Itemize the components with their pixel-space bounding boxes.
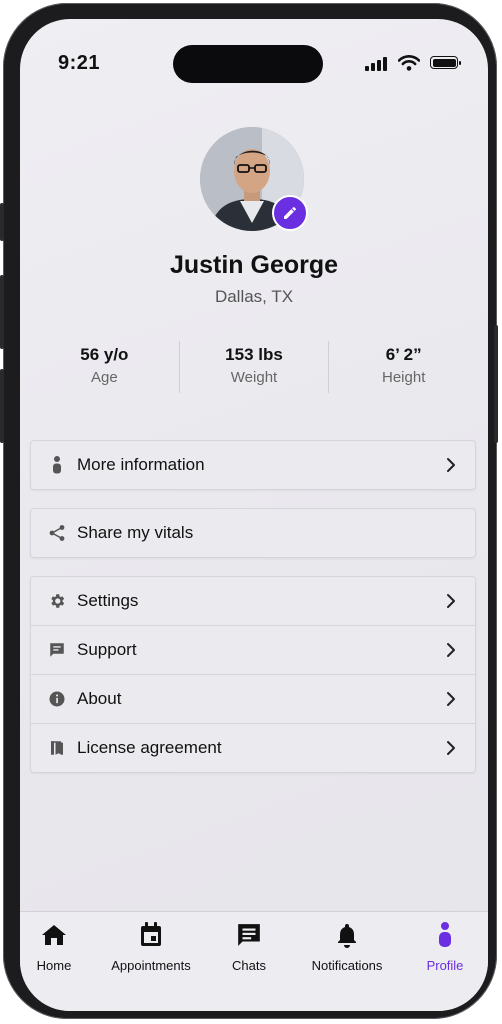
tab-home[interactable]: Home [20,912,88,973]
stat-label: Age [90,369,118,386]
about-item[interactable]: About [31,674,475,723]
menu-label: Support [77,640,137,659]
menu-label: License agreement [77,738,222,757]
license-agreement-item[interactable]: License agreement [31,723,475,772]
gear-icon [45,589,69,613]
tab-chats[interactable]: Chats [216,912,282,973]
stat-age: 56 y/o Age [30,341,179,393]
menu-label: Settings [77,591,139,610]
chevron-right-icon [447,594,455,608]
person-icon [418,920,472,950]
settings-group-card: Settings Support About License agreement [30,576,476,773]
person-icon [45,453,69,477]
share-vitals-item[interactable]: Share my vitals [31,509,475,557]
stat-value: 56 y/o [80,345,129,364]
status-bar: 9:21 [20,19,488,109]
wifi-icon [398,55,420,71]
battery-icon [430,56,461,69]
status-time: 9:21 [58,52,101,74]
chevron-right-icon [447,692,455,706]
screen: 9:21 Justin George Dallas, TX 56 y/o Age… [20,19,488,1011]
stat-value: 153 lbs [225,345,283,364]
more-information-card: More information [30,440,476,490]
stat-label: Height [382,369,426,386]
bell-icon [304,920,390,950]
stat-label: Weight [230,369,278,386]
stat-height: 6’ 2” Height [328,341,478,393]
stats-row: 56 y/o Age 153 lbs Weight 6’ 2” Height [30,341,478,393]
volume-down-button [0,369,4,443]
chevron-right-icon [447,643,455,657]
book-icon [45,736,69,760]
edit-avatar-button[interactable] [272,195,308,231]
info-icon [45,687,69,711]
stat-weight: 153 lbs Weight [178,341,329,393]
share-vitals-card: Share my vitals [30,508,476,558]
support-chat-icon [45,638,69,662]
phone-frame: 9:21 Justin George Dallas, TX 56 y/o Age… [0,3,498,1019]
menu-label: More information [77,455,205,474]
mute-switch [0,203,4,241]
dynamic-island [173,45,323,83]
tab-label: Profile [426,958,464,973]
chat-icon [216,920,282,950]
more-information-item[interactable]: More information [31,441,475,489]
share-icon [45,521,69,545]
power-button [494,325,498,443]
chevron-right-icon [447,458,455,472]
home-icon [20,920,88,950]
support-item[interactable]: Support [31,625,475,674]
volume-up-button [0,275,4,349]
profile-location: Dallas, TX [214,287,294,306]
signal-icon [365,57,387,71]
tab-label: Notifications [311,958,383,973]
stat-value: 6’ 2” [385,345,422,364]
menu-label: Share my vitals [77,523,194,542]
chevron-right-icon [447,741,455,755]
tab-label: Appointments [111,958,191,973]
tab-notifications[interactable]: Notifications [304,912,390,973]
tab-label: Chats [232,958,266,973]
profile-name: Justin George [169,251,339,279]
tab-label: Home [36,958,72,973]
menu-label: About [77,689,122,708]
settings-item[interactable]: Settings [31,577,475,625]
tab-bar: Home Appointments Chats Notifications Pr… [20,911,488,1011]
calendar-icon [102,920,200,950]
tab-appointments[interactable]: Appointments [102,912,200,973]
pencil-icon [284,206,296,219]
tab-profile[interactable]: Profile [418,912,472,973]
